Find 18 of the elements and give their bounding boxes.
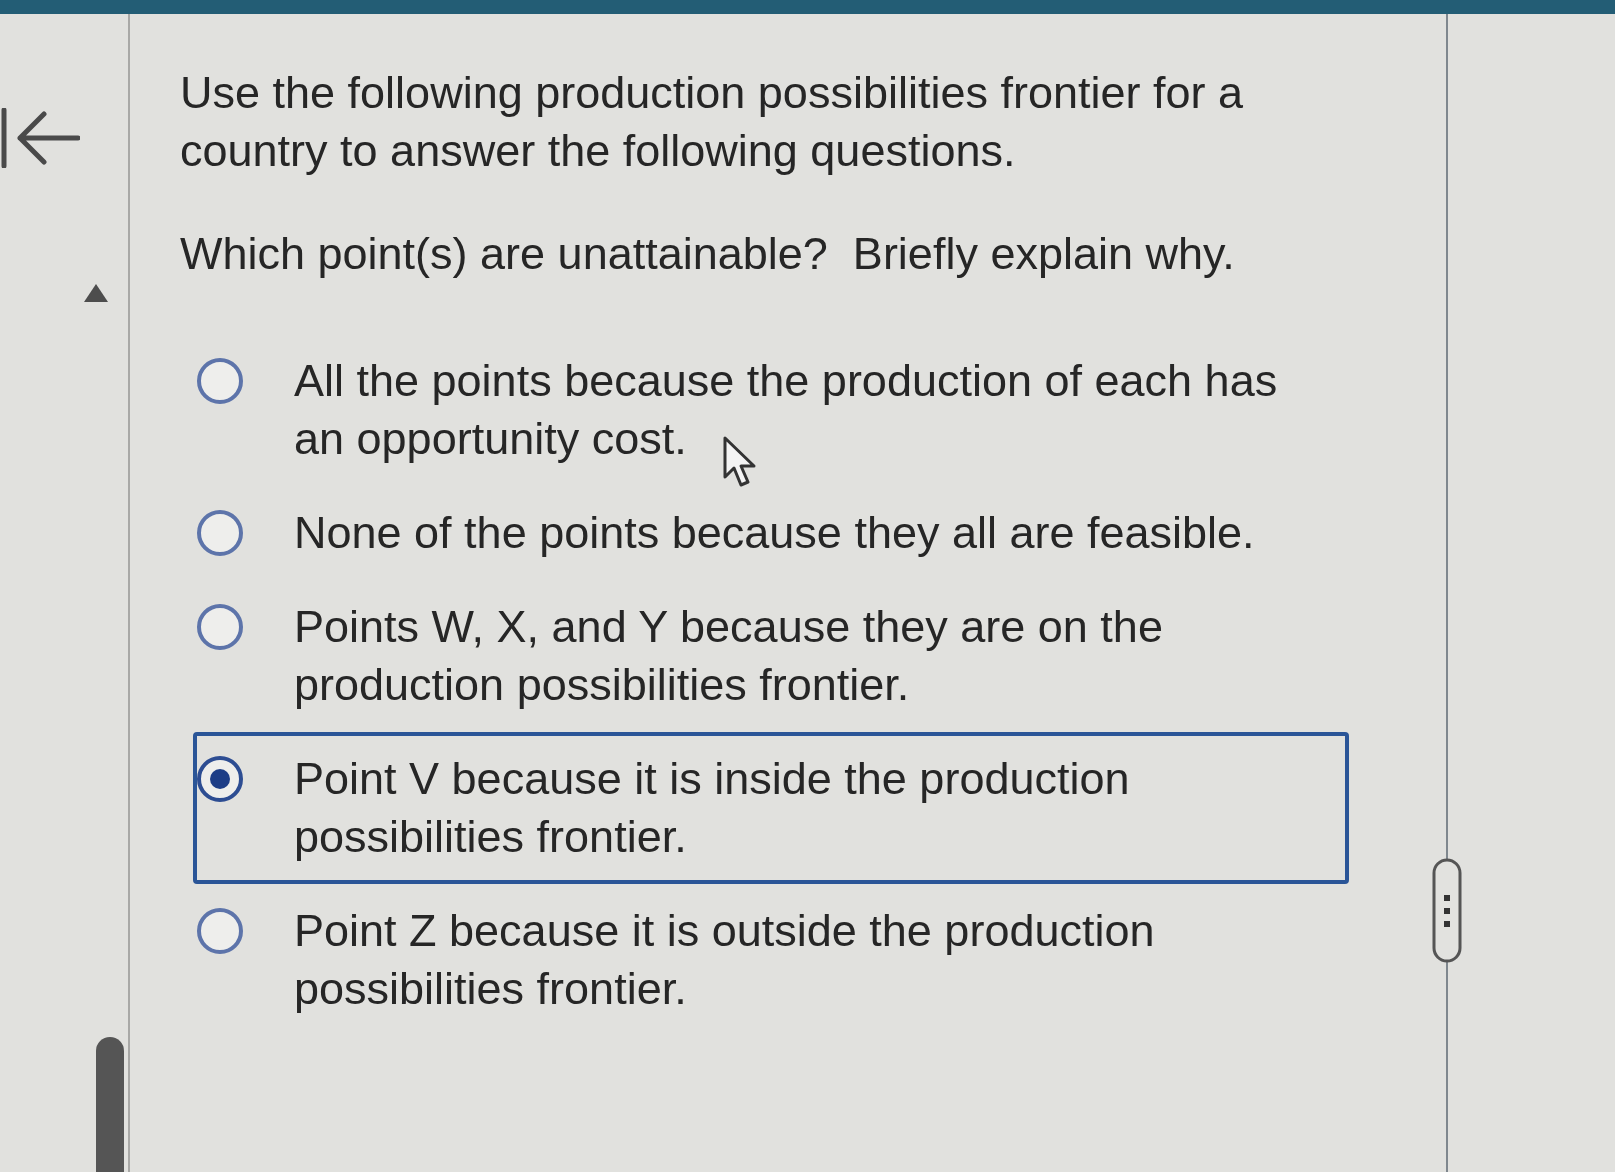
answer-option-text[interactable]: Points W, X, and Y because they are on the production possibilities frontier. <box>294 598 1304 714</box>
mouse-pointer-icon <box>722 435 758 489</box>
answer-option-text[interactable]: Point V because it is inside the production possibilities frontier. <box>294 750 1304 866</box>
question-prompt-text: Which point(s) are unattainable? Briefly explain why. <box>180 227 1236 281</box>
radio-button[interactable] <box>197 604 243 650</box>
question-intro-text: Use the following production possibilities frontier for a country to answer the following questions. <box>180 66 1245 178</box>
drag-handle-icon[interactable] <box>1432 858 1462 963</box>
radio-button[interactable] <box>197 358 243 404</box>
triangle-up-icon[interactable] <box>84 284 108 302</box>
selected-answer-box[interactable]: Point V because it is inside the production possibilities frontier. <box>193 732 1349 884</box>
answer-option-text[interactable]: None of the points because they all are feasible. <box>294 504 1304 562</box>
answer-option-text[interactable]: Point Z because it is outside the production possibilities frontier. <box>294 902 1304 1018</box>
answer-option-text[interactable]: All the points because the production of each has an opportunity cost. <box>294 352 1304 468</box>
scrollbar-thumb[interactable] <box>96 1037 124 1172</box>
arrow-to-bar-icon[interactable] <box>0 108 80 168</box>
radio-button[interactable] <box>197 908 243 954</box>
radio-button[interactable] <box>197 510 243 556</box>
radio-button[interactable] <box>197 756 243 802</box>
